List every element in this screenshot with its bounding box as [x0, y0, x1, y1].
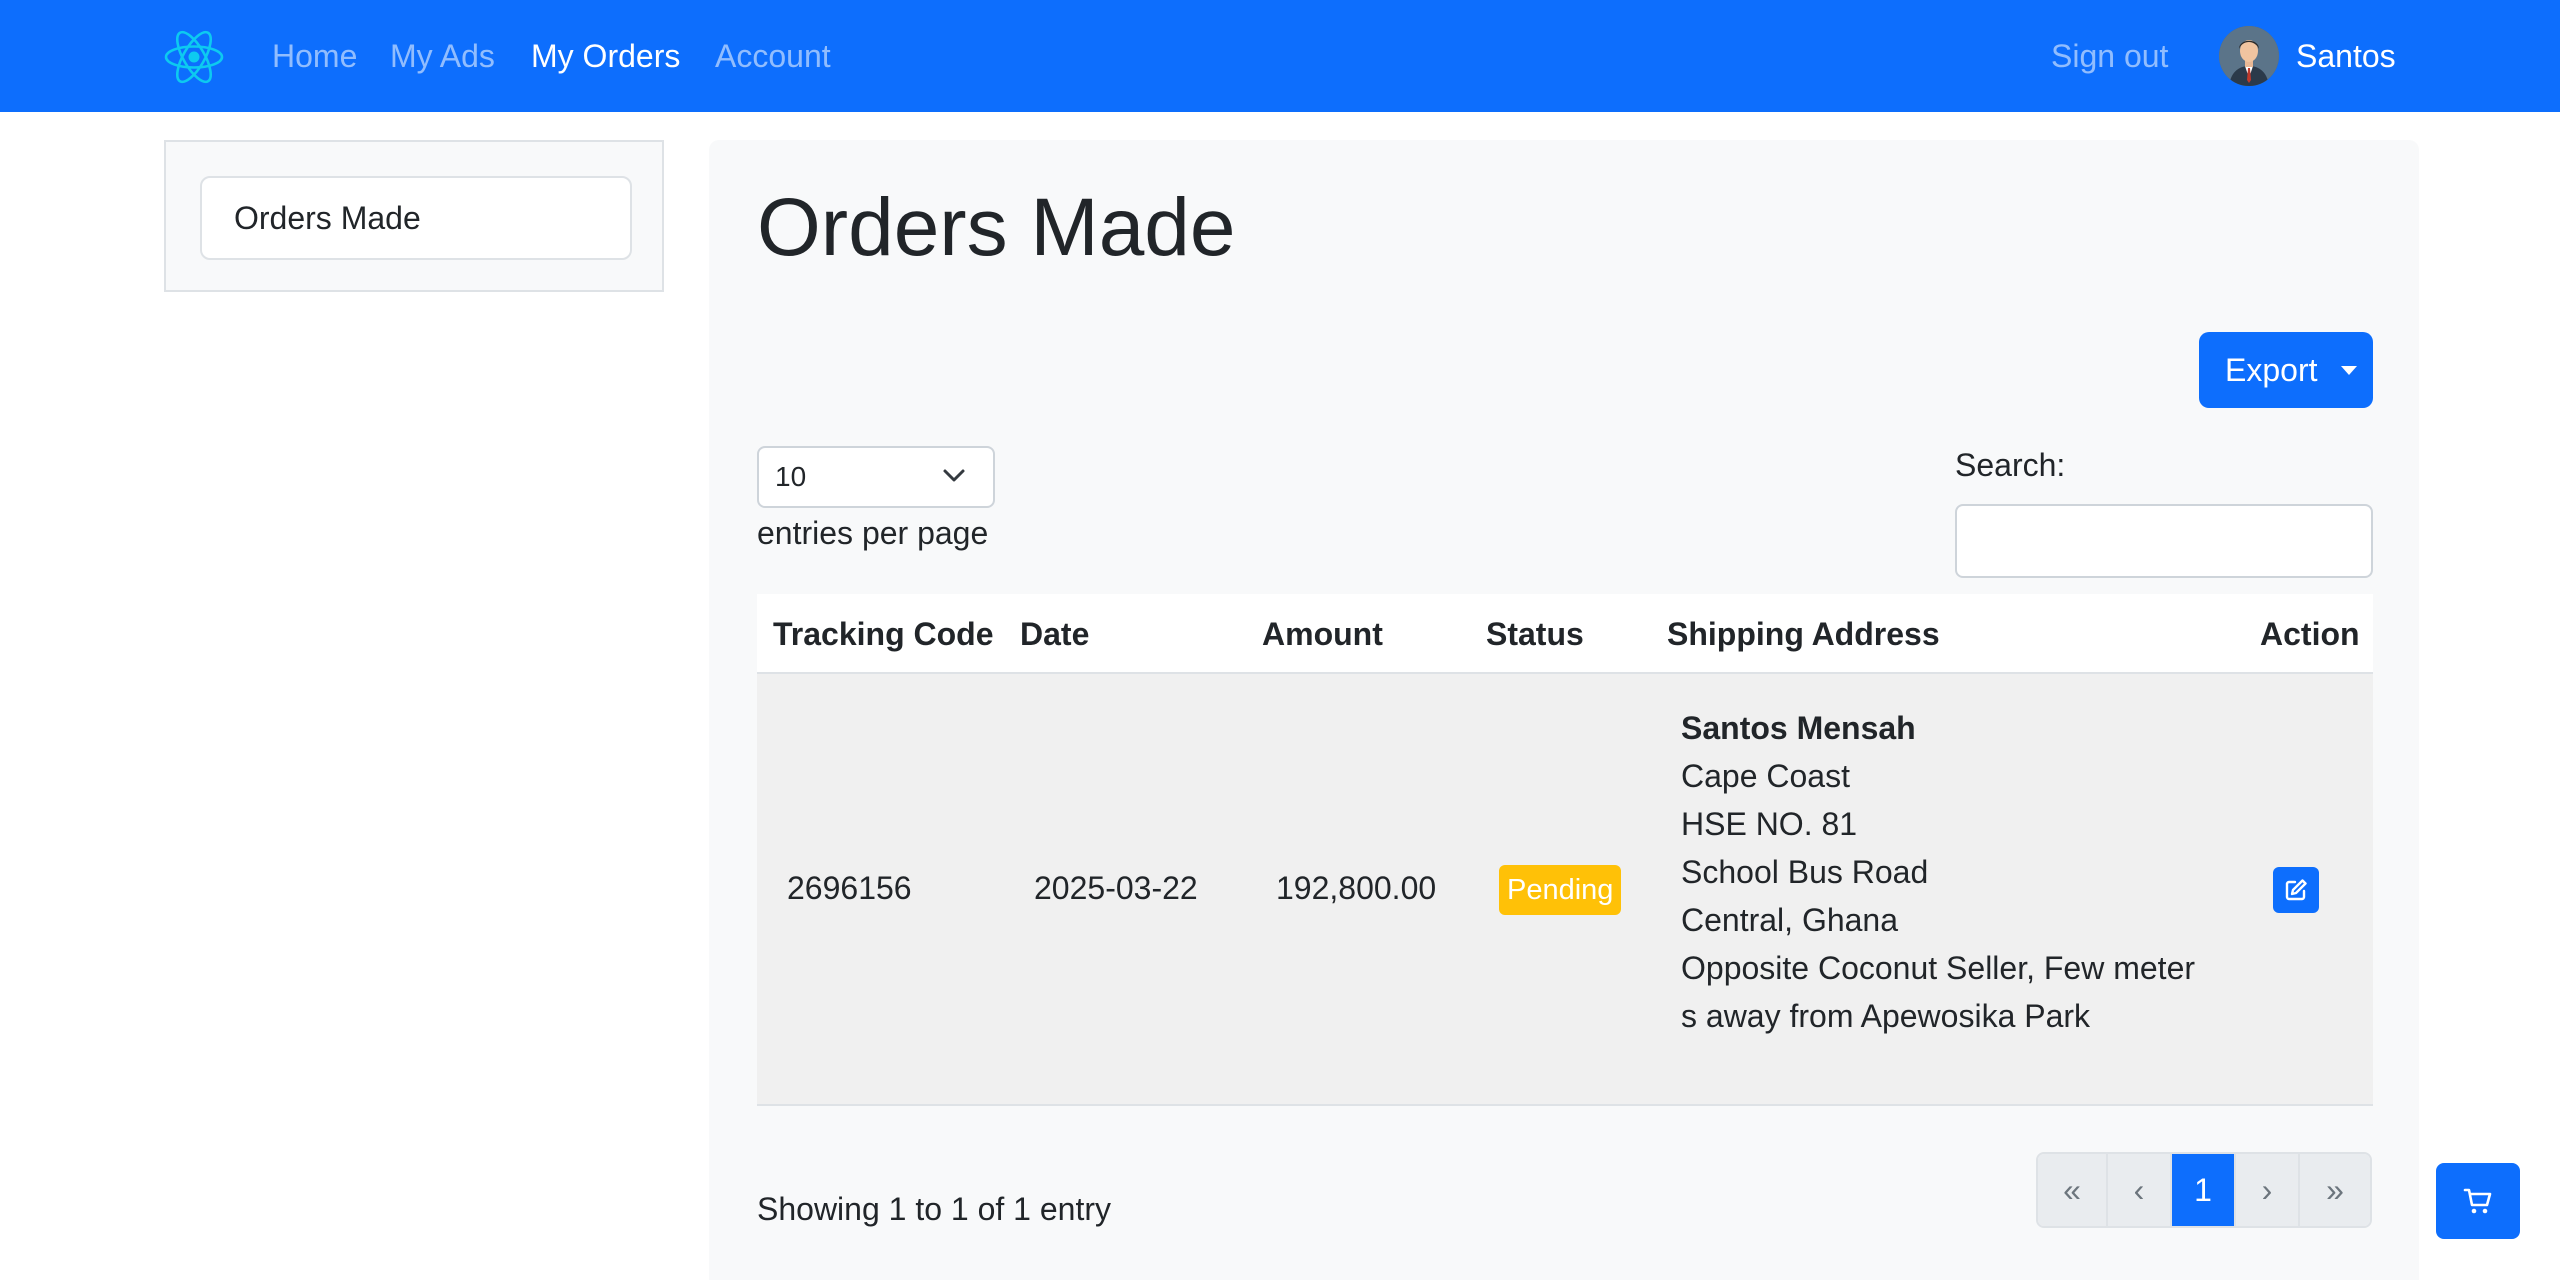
edit-order-button[interactable] [2273, 867, 2319, 913]
address-line: Central, Ghana [1681, 902, 1899, 938]
cart-button[interactable] [2436, 1163, 2520, 1239]
edit-icon [2285, 879, 2307, 901]
cart-icon [2463, 1188, 2492, 1214]
entries-per-page-select[interactable]: 10 [757, 446, 995, 508]
first-page-button[interactable]: « [2038, 1154, 2108, 1226]
previous-page-button[interactable]: ‹ [2108, 1154, 2172, 1226]
shipping-address-cell: Santos Mensah Cape Coast HSE NO. 81 Scho… [1681, 704, 2195, 1040]
user-name[interactable]: Santos [2296, 36, 2396, 76]
export-label: Export [2225, 352, 2318, 388]
chevron-down-icon [943, 469, 965, 482]
nav-home[interactable]: Home [272, 36, 357, 76]
nav-my-orders[interactable]: My Orders [531, 36, 680, 76]
caret-down-icon [2341, 366, 2357, 375]
table-row: 2696156 2025-03-22 192,800.00 Pending Sa… [757, 674, 2373, 1106]
column-header[interactable]: Date [1020, 594, 1089, 674]
address-line: s away from Apewosika Park [1681, 998, 2091, 1034]
orders-table: Tracking Code Date Amount Status Shippin… [757, 594, 2373, 1106]
status-badge: Pending [1499, 865, 1622, 915]
address-line: HSE NO. 81 [1681, 806, 1858, 842]
sidebar-item-orders-made[interactable]: Orders Made [200, 176, 632, 260]
address-line: School Bus Road [1681, 854, 1929, 890]
pagination: « ‹ 1 › » [2036, 1152, 2372, 1228]
page-1-button[interactable]: 1 [2172, 1154, 2236, 1226]
react-atom-icon[interactable] [163, 26, 225, 88]
nav-account[interactable]: Account [715, 36, 831, 76]
top-navbar: Home My Ads My Orders Account Sign out S… [0, 0, 2560, 112]
column-header[interactable]: Tracking Code [773, 594, 994, 674]
showing-entries-info: Showing 1 to 1 of 1 entry [757, 1191, 1111, 1227]
tracking-code-cell: 2696156 [787, 870, 912, 906]
amount-cell: 192,800.00 [1276, 870, 1437, 906]
date-cell: 2025-03-22 [1034, 870, 1198, 906]
next-page-button[interactable]: › [2236, 1154, 2300, 1226]
sign-out-link[interactable]: Sign out [2051, 36, 2168, 76]
search-input[interactable] [1955, 504, 2373, 578]
entries-per-page-label: entries per page [757, 515, 989, 551]
address-line: Cape Coast [1681, 758, 1850, 794]
page-title: Orders Made [757, 182, 1236, 273]
sidebar: Orders Made [164, 140, 664, 292]
column-header[interactable]: Shipping Address [1667, 594, 1940, 674]
column-header[interactable]: Amount [1262, 594, 1383, 674]
nav-my-ads[interactable]: My Ads [390, 36, 495, 76]
last-page-button[interactable]: » [2300, 1154, 2370, 1226]
table-header: Tracking Code Date Amount Status Shippin… [757, 594, 2373, 674]
avatar[interactable] [2219, 26, 2279, 86]
address-name: Santos Mensah [1681, 710, 1916, 746]
main-panel: Orders Made Export 10 entries per page S… [709, 140, 2419, 1280]
export-button[interactable]: Export [2199, 332, 2373, 408]
entries-per-page-value: 10 [775, 461, 807, 492]
address-line: Opposite Coconut Seller, Few meter [1681, 950, 2196, 986]
column-header[interactable]: Status [1486, 594, 1584, 674]
search-label: Search: [1955, 447, 2066, 483]
column-header: Action [2260, 616, 2360, 652]
